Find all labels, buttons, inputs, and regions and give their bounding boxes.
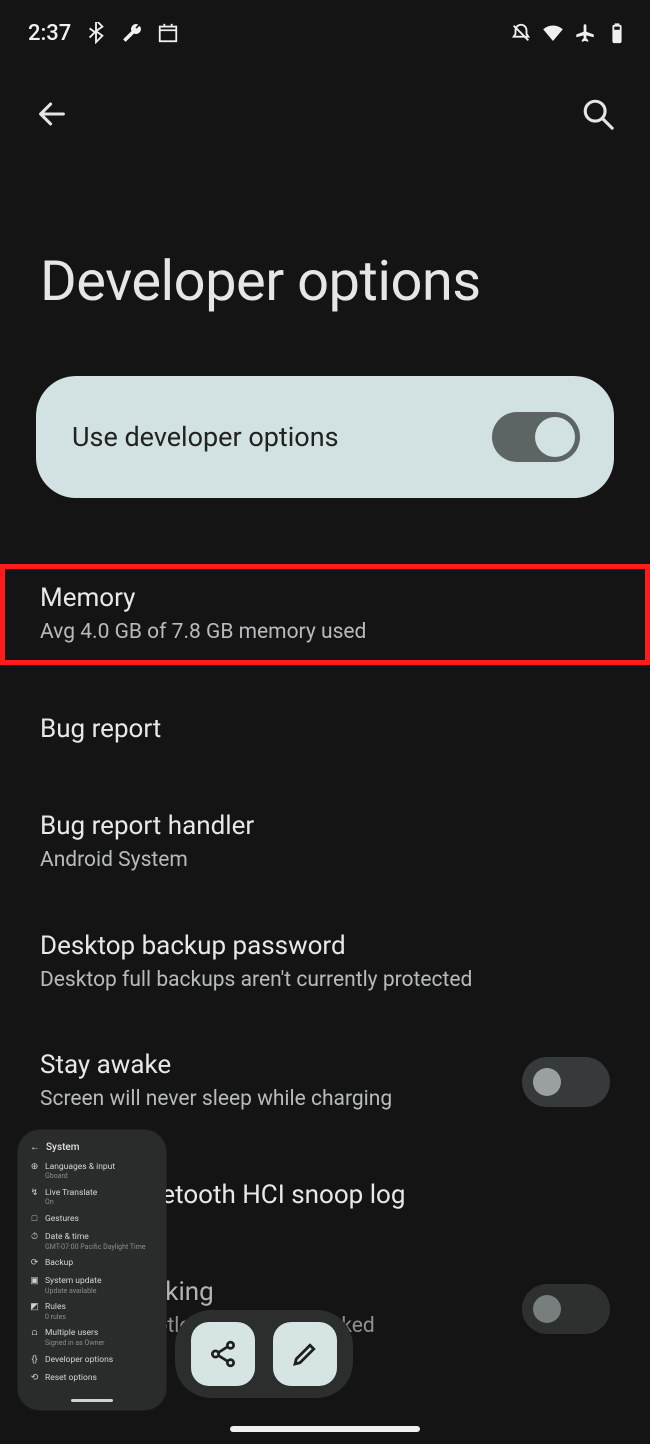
item-bug-report[interactable]: Bug report	[0, 685, 650, 773]
preview-row-title: Rules	[45, 1302, 66, 1312]
master-toggle-label: Use developer options	[72, 421, 339, 453]
preview-row-icon: ⩍	[30, 1329, 39, 1339]
item-sub: Desktop full backups aren't currently pr…	[40, 967, 610, 994]
search-button[interactable]	[574, 90, 622, 138]
item-title: Bug report handler	[40, 811, 610, 841]
item-sub: Screen will never sleep while charging	[40, 1086, 522, 1113]
item-title: Memory	[40, 583, 610, 613]
status-bar: 2:37	[0, 0, 650, 58]
preview-row-title: Languages & input	[45, 1162, 115, 1172]
preview-row: ↯ Live TranslateOn	[28, 1185, 156, 1211]
screenshot-actions	[175, 1310, 353, 1398]
preview-row: {} Developer options	[28, 1352, 156, 1370]
page-title: Developer options	[0, 138, 650, 354]
preview-row-title: Multiple users	[45, 1328, 98, 1338]
preview-row-icon: ⟲	[30, 1374, 39, 1384]
preview-row-icon: □	[30, 1215, 39, 1225]
preview-row-icon: ⟳	[30, 1259, 39, 1269]
preview-row-icon: ▣	[30, 1277, 39, 1287]
preview-row-sub: Signed in as Owner	[45, 1339, 105, 1347]
preview-row: ⊕ Languages & inputGboard	[28, 1159, 156, 1185]
preview-row: ⏱ Date & timeGMT-07:00 Pacific Daylight T…	[28, 1229, 156, 1255]
airplane-icon	[574, 22, 596, 44]
app-bar	[0, 58, 650, 138]
share-button[interactable]	[191, 1322, 255, 1386]
master-toggle-switch[interactable]	[492, 412, 580, 462]
item-stay-awake[interactable]: Stay awake Screen will never sleep while…	[0, 1032, 650, 1131]
item-memory[interactable]: Memory Avg 4.0 GB of 7.8 GB memory used	[0, 564, 650, 665]
status-time: 2:37	[28, 21, 71, 46]
preview-row-sub: On	[45, 1198, 54, 1206]
preview-row-icon: ↯	[30, 1189, 39, 1199]
stay-awake-switch[interactable]	[522, 1057, 610, 1107]
preview-home-indicator	[71, 1399, 113, 1402]
item-desktop-backup-password[interactable]: Desktop backup password Desktop full bac…	[0, 913, 650, 1012]
dnd-off-icon	[510, 22, 532, 44]
preview-row-icon: ⏱	[30, 1233, 39, 1243]
item-title: Bug report	[40, 714, 610, 744]
wifi-icon	[542, 22, 564, 44]
preview-row-title: System update	[45, 1276, 101, 1286]
arrow-back-icon: ←	[30, 1142, 40, 1153]
search-icon	[581, 97, 615, 131]
master-toggle-card[interactable]: Use developer options	[36, 376, 614, 498]
preview-row-title: Date & time	[45, 1232, 89, 1242]
item-sub: Avg 4.0 GB of 7.8 GB memory used	[40, 619, 610, 646]
status-left: 2:37	[28, 21, 179, 46]
preview-row-title: Reset options	[45, 1373, 97, 1383]
back-button[interactable]	[28, 90, 76, 138]
item-title: Stay awake	[40, 1050, 522, 1080]
preview-row-icon: ◩	[30, 1303, 39, 1313]
home-indicator[interactable]	[230, 1426, 420, 1432]
preview-row: □ Gestures	[28, 1211, 156, 1229]
bluetooth-icon	[85, 22, 107, 44]
preview-row: ⟳ Backup	[28, 1255, 156, 1273]
preview-row-title: Live Translate	[45, 1188, 97, 1198]
preview-row-title: Developer options	[45, 1355, 113, 1365]
item-sub: Android System	[40, 847, 610, 874]
arrow-back-icon	[35, 97, 69, 131]
item-bug-report-handler[interactable]: Bug report handler Android System	[0, 793, 650, 892]
preview-row-sub: GMT-07:00 Pacific Daylight Time	[45, 1243, 146, 1251]
preview-row: ▣ System updateUpdate available	[28, 1273, 156, 1299]
preview-row-sub: Update available	[45, 1287, 96, 1295]
share-icon	[208, 1339, 238, 1369]
item-title: Desktop backup password	[40, 931, 610, 961]
preview-row-icon: {}	[30, 1356, 39, 1366]
calendar-icon	[157, 22, 179, 44]
wrench-icon	[121, 22, 143, 44]
oem-unlock-switch[interactable]	[522, 1284, 610, 1334]
screenshot-preview[interactable]: ← System ⊕ Languages & inputGboard ↯ Live T…	[18, 1130, 166, 1410]
pencil-icon	[290, 1339, 320, 1369]
preview-row: ⩍ Multiple usersSigned in as Owner	[28, 1325, 156, 1351]
preview-row-sub: Gboard	[45, 1172, 68, 1180]
edit-button[interactable]	[273, 1322, 337, 1386]
status-right	[510, 22, 628, 44]
preview-row-icon: ⊕	[30, 1163, 39, 1173]
preview-row-sub: 0 rules	[45, 1313, 66, 1321]
preview-header: ← System	[28, 1140, 156, 1159]
preview-row-title: Backup	[45, 1258, 73, 1268]
preview-row-title: Gestures	[45, 1214, 79, 1224]
preview-row: ◩ Rules0 rules	[28, 1299, 156, 1325]
preview-row: ⟲ Reset options	[28, 1370, 156, 1388]
battery-icon	[606, 22, 628, 44]
